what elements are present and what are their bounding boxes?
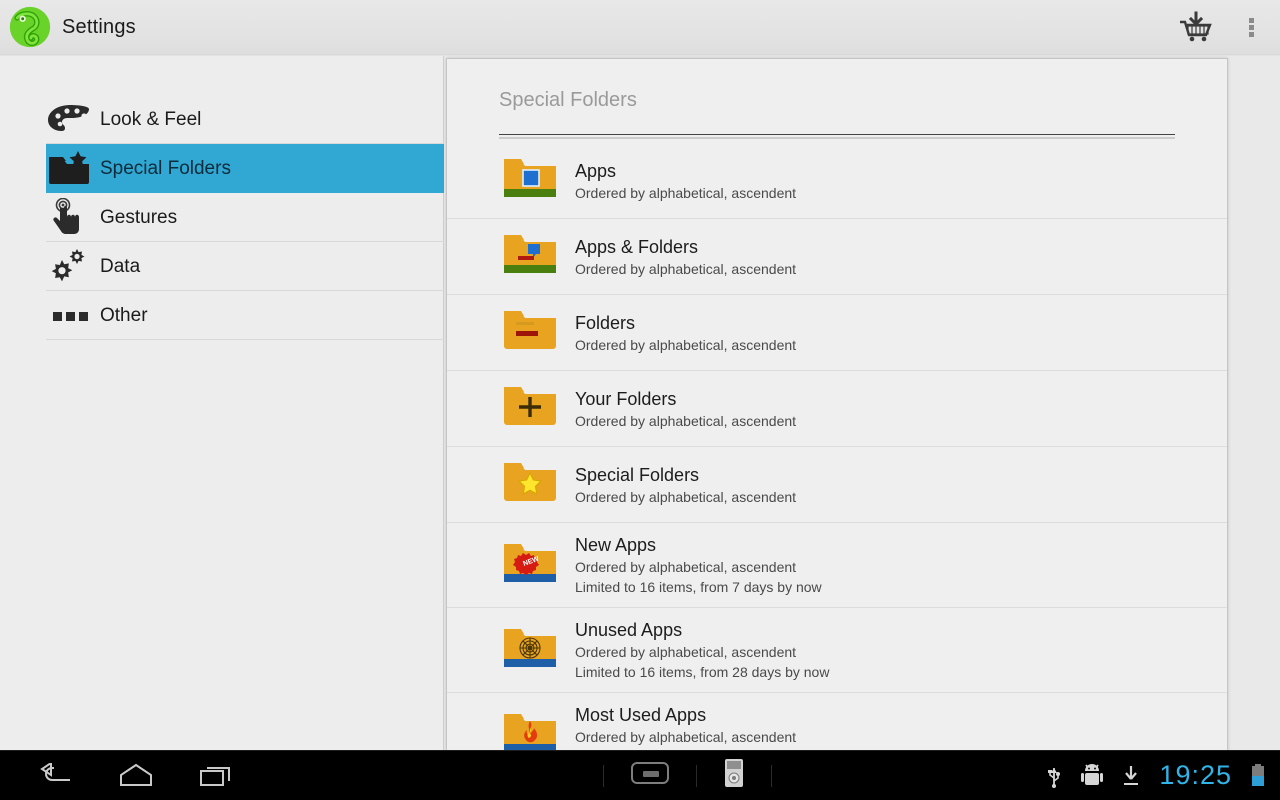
sidebar-item-label: Look & Feel	[100, 108, 202, 130]
list-item-title: Apps & Folders	[575, 236, 699, 257]
nav-separator	[696, 764, 698, 787]
list-item-title: Folders	[575, 312, 636, 333]
list-item-title: Most Used Apps	[575, 705, 707, 725]
sidebar-item-gestures[interactable]: Gestures	[0, 193, 444, 242]
list-item-text: Most Used Apps Ordered by alphabetical, …	[575, 703, 1227, 751]
recent-apps-button[interactable]	[176, 751, 256, 800]
folder-plus-icon	[499, 381, 561, 436]
folder-apps-icon	[499, 153, 561, 208]
usb-icon	[1048, 767, 1061, 788]
list-item-subtitle: Ordered by alphabetical, ascendent	[575, 729, 797, 745]
list-item-title: Your Folders	[575, 388, 677, 409]
list-item[interactable]: Most Used Apps Ordered by alphabetical, …	[447, 693, 1227, 751]
sidebar-item-label: Data	[100, 255, 141, 277]
list-item-subtitle: Ordered by alphabetical, ascendent	[575, 336, 797, 353]
list-item-title: Apps	[575, 160, 617, 181]
list-item[interactable]: NEW New Apps Ordered by alphabetical, as…	[447, 523, 1227, 608]
folder-star-yellow-icon	[499, 457, 561, 512]
status-clock: 19:25	[1159, 760, 1232, 790]
list-item-text: Apps & Folders Ordered by alphabetical, …	[575, 235, 1227, 279]
list-item-text: Folders Ordered by alphabetical, ascende…	[575, 311, 1227, 355]
device-button[interactable]	[723, 758, 745, 793]
back-icon	[40, 762, 70, 781]
action-bar: Settings	[0, 0, 1280, 56]
keyboard-button[interactable]	[630, 760, 670, 791]
folder-mostused-icon	[499, 708, 561, 751]
list-item-text: Your Folders Ordered by alphabetical, as…	[575, 387, 1227, 431]
list-item-title: Special Folders	[575, 464, 700, 485]
nav-buttons-group	[0, 751, 330, 800]
panel-divider-light	[499, 137, 1175, 139]
gears-icon	[46, 247, 100, 287]
list-item[interactable]: Special Folders Ordered by alphabetical,…	[447, 447, 1227, 523]
list-item[interactable]: Your Folders Ordered by alphabetical, as…	[447, 371, 1227, 447]
settings-sidebar: Look & Feel Special Folders Gestures Dat…	[0, 56, 444, 750]
system-navigation-bar: 19:25	[0, 750, 1280, 800]
three-squares-icon	[46, 308, 100, 324]
download-icon	[1124, 765, 1139, 785]
list-item-subtitle: Ordered by alphabetical, ascendent	[575, 412, 797, 429]
special-folders-panel: Special Folders Apps Ordered by alphabet…	[446, 58, 1228, 752]
sidebar-item-label: Special Folders	[100, 157, 231, 179]
list-item-title: Unused Apps	[575, 620, 683, 640]
keyboard-icon	[631, 762, 670, 784]
sidebar-item-other[interactable]: Other	[0, 291, 444, 340]
panel-divider-dark	[499, 134, 1175, 135]
list-item-title: New Apps	[575, 535, 657, 555]
list-item-subtitle: Ordered by alphabetical, ascendent	[575, 559, 797, 575]
chameleon-logo	[9, 6, 51, 48]
list-item-text: Apps Ordered by alphabetical, ascendent	[575, 159, 1227, 203]
content-area: Look & Feel Special Folders Gestures Dat…	[0, 56, 1280, 752]
palette-icon	[46, 103, 100, 137]
folder-unused-icon	[499, 623, 561, 678]
overflow-menu-icon	[1249, 16, 1255, 39]
folder-new-icon: NEW	[499, 538, 561, 593]
hand-tap-icon	[46, 197, 100, 238]
nav-center-group	[330, 758, 1045, 793]
panel-title: Special Folders	[499, 89, 637, 111]
overflow-menu-button[interactable]	[1224, 0, 1280, 55]
folder-apps-folders-icon	[499, 229, 561, 284]
list-item-subtitle: Ordered by alphabetical, ascendent	[575, 644, 797, 660]
folder-star-icon	[46, 150, 100, 187]
list-item-subtitle: Ordered by alphabetical, ascendent	[575, 488, 797, 505]
screen: Settings Look & Feel Special Folders Ges…	[0, 0, 1280, 800]
device-icon	[725, 759, 744, 787]
app-title: Settings	[62, 15, 136, 38]
list-item-text: New Apps Ordered by alphabetical, ascend…	[575, 533, 1227, 597]
download-cart-icon	[1180, 11, 1212, 42]
status-icons-group: 19:25	[1045, 760, 1280, 791]
list-item[interactable]: Unused Apps Ordered by alphabetical, asc…	[447, 608, 1227, 693]
list-item-text: Special Folders Ordered by alphabetical,…	[575, 463, 1227, 507]
battery-icon	[1252, 763, 1264, 786]
home-icon	[120, 763, 152, 786]
list-item-text: Unused Apps Ordered by alphabetical, asc…	[575, 618, 1227, 682]
list-item-limit: Limited to 16 items, from 28 days by now	[575, 664, 830, 680]
list-item-limit: Limited to 16 items, from 7 days by now	[575, 579, 822, 595]
recent-apps-icon	[200, 766, 230, 786]
home-button[interactable]	[96, 751, 176, 800]
sidebar-item-label: Other	[100, 304, 148, 326]
back-button[interactable]	[16, 751, 96, 800]
list-item[interactable]: Apps Ordered by alphabetical, ascendent	[447, 143, 1227, 219]
list-item[interactable]: Apps & Folders Ordered by alphabetical, …	[447, 219, 1227, 295]
list-item[interactable]: Folders Ordered by alphabetical, ascende…	[447, 295, 1227, 371]
sidebar-item-data[interactable]: Data	[0, 242, 444, 291]
list-item-subtitle: Ordered by alphabetical, ascendent	[575, 260, 797, 277]
sidebar-item-special-folders[interactable]: Special Folders	[46, 144, 444, 193]
nav-separator	[603, 764, 605, 787]
sidebar-item-label: Gestures	[100, 206, 178, 228]
nav-separator	[771, 764, 773, 787]
special-folders-list[interactable]: Apps Ordered by alphabetical, ascendent	[447, 143, 1227, 751]
sidebar-item-look-and-feel[interactable]: Look & Feel	[0, 95, 444, 144]
download-cart-button[interactable]	[1168, 0, 1224, 55]
folder-folders-icon	[499, 305, 561, 360]
android-debug-icon	[1081, 763, 1104, 785]
list-item-subtitle: Ordered by alphabetical, ascendent	[575, 184, 797, 201]
